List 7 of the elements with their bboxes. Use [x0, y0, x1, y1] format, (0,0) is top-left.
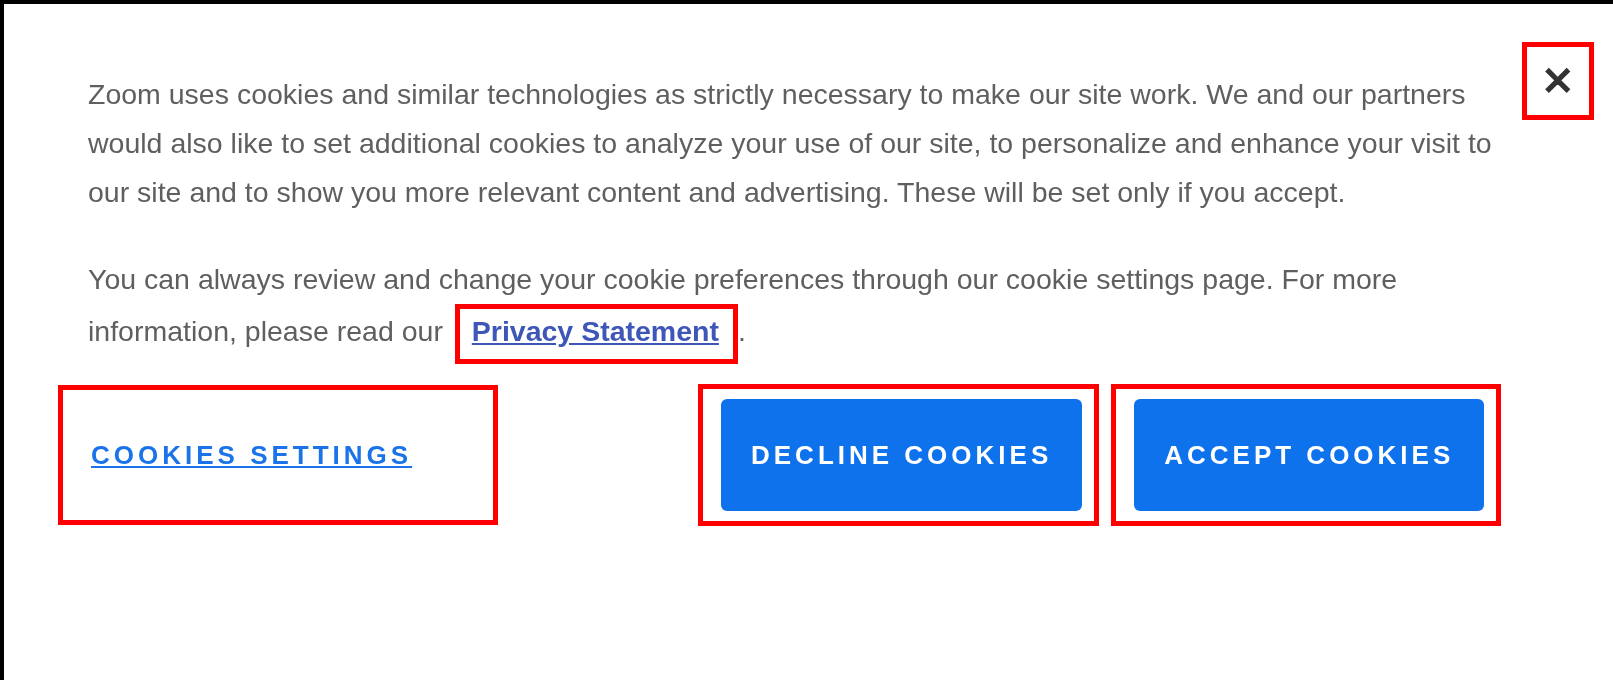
close-button[interactable]: ✕	[1541, 61, 1575, 101]
privacy-link[interactable]: Privacy Statement	[471, 315, 719, 347]
privacy-message: You can always review and change your cookie preferences through our cookie settings page. For more information, please read our Privacy Statement .	[88, 255, 1488, 364]
cookie-message: Zoom uses cookies and similar technologies as strictly necessary to make our site work. We and our partners would also like to set additional cookies to analyze your use of our site, to personalize and enhance your visit to our site and to show you more relevant content and advertising. These will be set only if you accept.	[88, 77, 1493, 210]
cookies-settings-link[interactable]: COOKIES SETTINGS	[91, 435, 413, 475]
decline-button[interactable]: DECLINE COOKIES	[721, 399, 1083, 511]
accept-button[interactable]: ACCEPT COOKIES	[1134, 399, 1485, 511]
